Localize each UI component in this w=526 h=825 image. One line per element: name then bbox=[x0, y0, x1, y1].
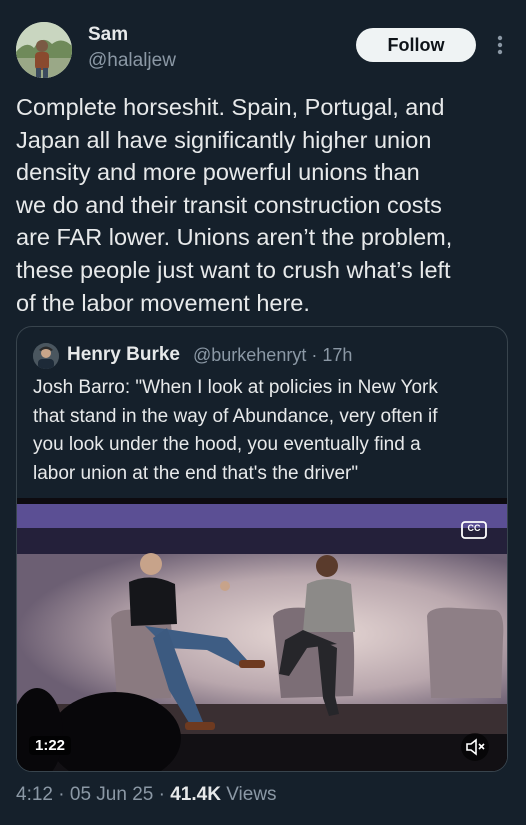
video-player[interactable]: CC 1:22 bbox=[17, 498, 507, 771]
video-duration: 1:22 bbox=[29, 736, 72, 755]
closed-captions-icon[interactable]: CC bbox=[460, 520, 488, 540]
quoted-author-meta: @burkehenryt · 17h bbox=[193, 345, 352, 366]
author-handle[interactable]: @halaljew bbox=[88, 50, 176, 72]
post-time[interactable]: 4:12 bbox=[16, 784, 53, 805]
footer-separator: · bbox=[158, 784, 165, 805]
views-count: 41.4K bbox=[170, 784, 221, 805]
quoted-tweet-text: Josh Barro: "When I look at policies in … bbox=[33, 377, 438, 484]
quoted-author-name: Henry Burke bbox=[67, 344, 180, 365]
author-avatar[interactable] bbox=[16, 22, 72, 78]
footer-separator: · bbox=[58, 784, 65, 805]
tweet-footer: 4:12 · 05 Jun 25 · 41.4K Views bbox=[16, 784, 277, 806]
muted-speaker-icon[interactable] bbox=[461, 733, 489, 761]
post-date[interactable]: 05 Jun 25 bbox=[70, 784, 153, 805]
quoted-time: 17h bbox=[322, 345, 353, 365]
tweet-header: Sam @halaljew Follow bbox=[0, 0, 526, 90]
video-frame bbox=[17, 498, 507, 771]
quoted-tweet-card[interactable]: Henry Burke @burkehenryt · 17h Josh Barr… bbox=[16, 326, 508, 772]
quoted-author-avatar bbox=[33, 343, 59, 369]
more-vertical-icon[interactable] bbox=[490, 32, 510, 58]
author-name[interactable]: Sam bbox=[88, 24, 128, 46]
tweet-text: Complete horseshit. Spain, Portugal, and… bbox=[16, 94, 453, 316]
follow-button[interactable]: Follow bbox=[356, 28, 476, 62]
views-label: Views bbox=[226, 784, 277, 805]
meta-separator: · bbox=[311, 345, 318, 365]
cc-label: CC bbox=[467, 523, 481, 533]
quoted-author-handle: @burkehenryt bbox=[193, 345, 307, 365]
